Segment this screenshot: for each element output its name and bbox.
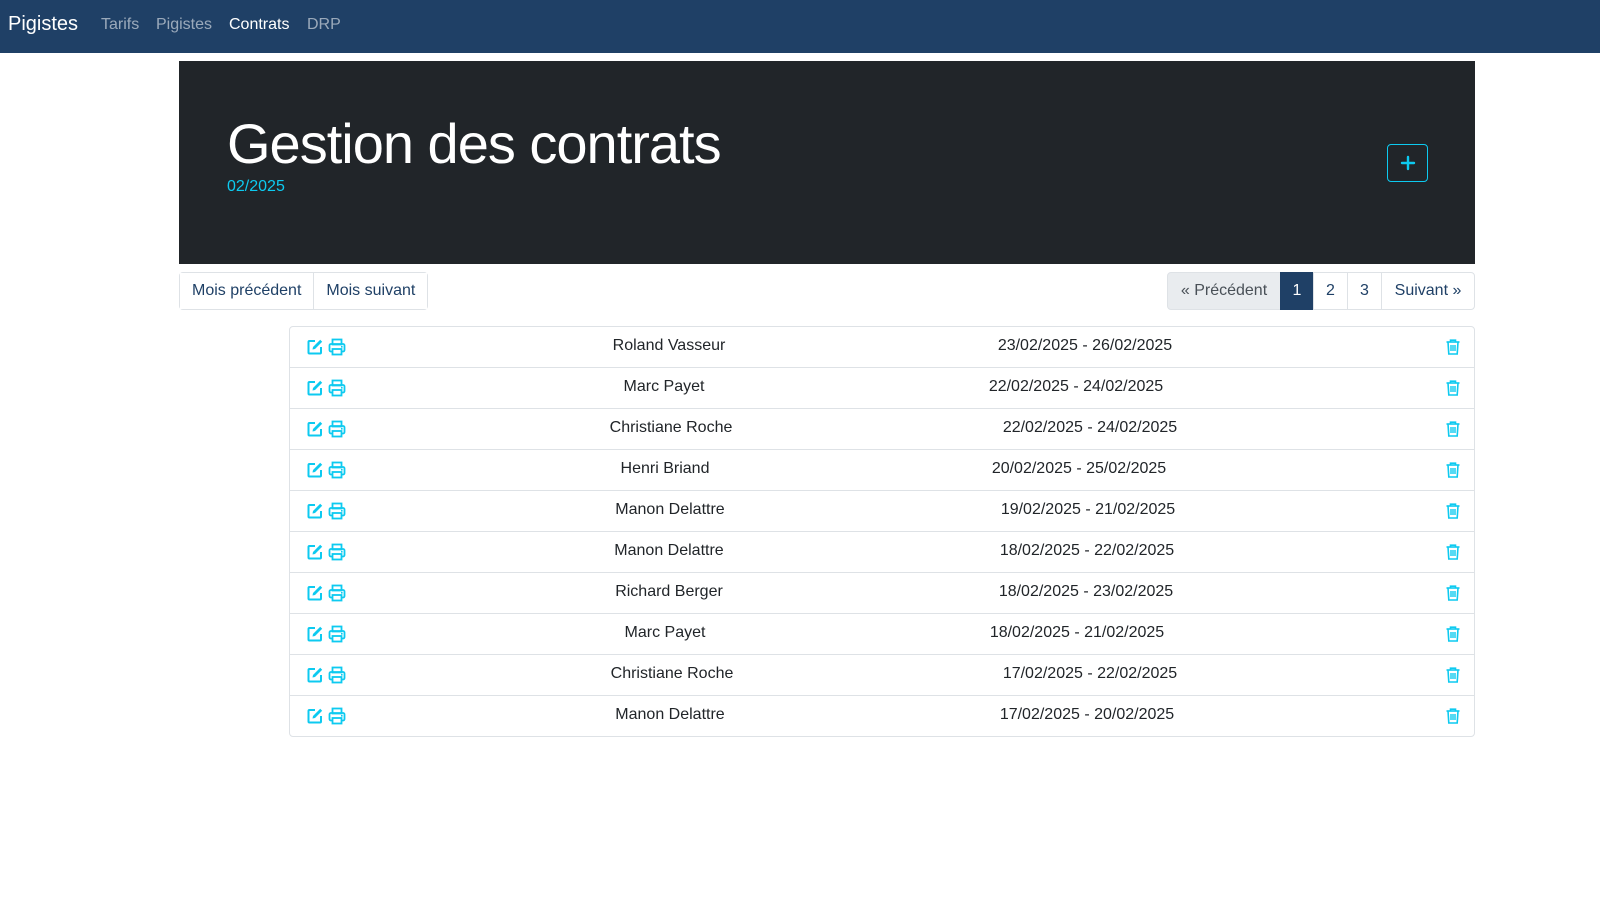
add-contract-button[interactable] [1387, 144, 1428, 182]
contract-period: 18/02/2025 - 22/02/2025 [999, 542, 1175, 559]
contract-name: Marc Payet [624, 624, 706, 641]
contract-period: 22/02/2025 - 24/02/2025 [1002, 419, 1178, 436]
edit-icon[interactable] [306, 584, 324, 602]
edit-icon[interactable] [306, 625, 324, 643]
trash-icon[interactable] [1444, 420, 1462, 438]
pagination-page-3[interactable]: 3 [1347, 272, 1382, 310]
print-icon[interactable] [328, 461, 346, 479]
contract-name: Roland Vasseur [612, 337, 726, 354]
row-actions [306, 543, 346, 561]
print-icon[interactable] [328, 379, 346, 397]
row-actions [306, 338, 346, 356]
contract-name: Richard Berger [615, 583, 723, 600]
trash-icon[interactable] [1444, 461, 1462, 479]
nav-item-pigistes[interactable]: Pigistes [156, 16, 212, 34]
previous-month-button[interactable]: Mois précédent [180, 273, 314, 309]
edit-icon[interactable] [306, 707, 324, 725]
month-navigation: Mois précédent Mois suivant [179, 272, 429, 310]
print-icon[interactable] [328, 420, 346, 438]
print-icon[interactable] [328, 666, 346, 684]
trash-icon[interactable] [1444, 502, 1462, 520]
pagination-page-2[interactable]: 2 [1313, 272, 1348, 310]
contract-period: 18/02/2025 - 23/02/2025 [998, 583, 1174, 600]
contract-name: Christiane Roche [609, 419, 733, 436]
print-icon[interactable] [328, 502, 346, 520]
next-month-button[interactable]: Mois suivant [313, 273, 428, 309]
contract-period: 19/02/2025 - 21/02/2025 [1000, 501, 1176, 518]
pagination-next[interactable]: Suivant » [1381, 272, 1475, 310]
contract-period: 18/02/2025 - 21/02/2025 [989, 624, 1165, 641]
trash-icon[interactable] [1444, 625, 1462, 643]
trash-icon[interactable] [1444, 543, 1462, 561]
nav-item-drp[interactable]: DRP [307, 16, 341, 34]
row-actions [306, 625, 346, 643]
contract-name: Manon Delattre [615, 706, 725, 723]
contract-row: Henri Briand 20/02/2025 - 25/02/2025 [290, 449, 1474, 490]
contract-row: Manon Delattre 18/02/2025 - 22/02/2025 [290, 531, 1474, 572]
row-actions [306, 502, 346, 520]
row-actions [306, 584, 346, 602]
contract-name: Manon Delattre [615, 501, 725, 518]
contract-row: Richard Berger 18/02/2025 - 23/02/2025 [290, 572, 1474, 613]
edit-icon[interactable] [306, 666, 324, 684]
contract-period: 23/02/2025 - 26/02/2025 [997, 337, 1173, 354]
trash-icon[interactable] [1444, 666, 1462, 684]
contracts-list: Roland Vasseur 23/02/2025 - 26/02/2025 Mar… [289, 326, 1475, 737]
contract-row: Marc Payet 18/02/2025 - 21/02/2025 [290, 613, 1474, 654]
contract-row: Marc Payet 22/02/2025 - 24/02/2025 [290, 367, 1474, 408]
contract-name: Henri Briand [620, 460, 710, 477]
page-title: Gestion des contrats [227, 112, 722, 175]
contract-period: 17/02/2025 - 20/02/2025 [999, 706, 1175, 723]
edit-icon[interactable] [306, 379, 324, 397]
row-actions [306, 461, 346, 479]
row-actions [306, 379, 346, 397]
print-icon[interactable] [328, 707, 346, 725]
contract-row: Manon Delattre 19/02/2025 - 21/02/2025 [290, 490, 1474, 531]
contract-name: Christiane Roche [610, 665, 734, 682]
period-label: 02/2025 [227, 178, 285, 195]
row-actions [306, 666, 346, 684]
trash-icon[interactable] [1444, 379, 1462, 397]
print-icon[interactable] [328, 625, 346, 643]
nav-item-tarifs[interactable]: Tarifs [101, 16, 139, 34]
contract-period: 17/02/2025 - 22/02/2025 [1002, 665, 1178, 682]
plus-icon [1400, 155, 1416, 171]
contract-row: Roland Vasseur 23/02/2025 - 26/02/2025 [290, 327, 1474, 367]
trash-icon[interactable] [1444, 707, 1462, 725]
contract-period: 20/02/2025 - 25/02/2025 [991, 460, 1167, 477]
contract-name: Marc Payet [623, 378, 705, 395]
edit-icon[interactable] [306, 420, 324, 438]
edit-icon[interactable] [306, 502, 324, 520]
top-navbar: Pigistes Tarifs Pigistes Contrats DRP [0, 0, 1600, 53]
print-icon[interactable] [328, 338, 346, 356]
trash-icon[interactable] [1444, 584, 1462, 602]
page-header: Gestion des contrats 02/2025 [179, 61, 1475, 264]
print-icon[interactable] [328, 584, 346, 602]
print-icon[interactable] [328, 543, 346, 561]
edit-icon[interactable] [306, 338, 324, 356]
contract-row: Manon Delattre 17/02/2025 - 20/02/2025 [290, 695, 1474, 736]
row-actions [306, 707, 346, 725]
pagination-page-1[interactable]: 1 [1280, 272, 1314, 310]
navbar-brand[interactable]: Pigistes [8, 13, 78, 36]
edit-icon[interactable] [306, 461, 324, 479]
pagination-previous[interactable]: « Précédent [1167, 272, 1281, 310]
edit-icon[interactable] [306, 543, 324, 561]
contract-row: Christiane Roche 17/02/2025 - 22/02/2025 [290, 654, 1474, 695]
contract-row: Christiane Roche 22/02/2025 - 24/02/2025 [290, 408, 1474, 449]
trash-icon[interactable] [1444, 338, 1462, 356]
contract-period: 22/02/2025 - 24/02/2025 [988, 378, 1164, 395]
contract-name: Manon Delattre [614, 542, 724, 559]
nav-item-contrats[interactable]: Contrats [229, 16, 289, 34]
row-actions [306, 420, 346, 438]
